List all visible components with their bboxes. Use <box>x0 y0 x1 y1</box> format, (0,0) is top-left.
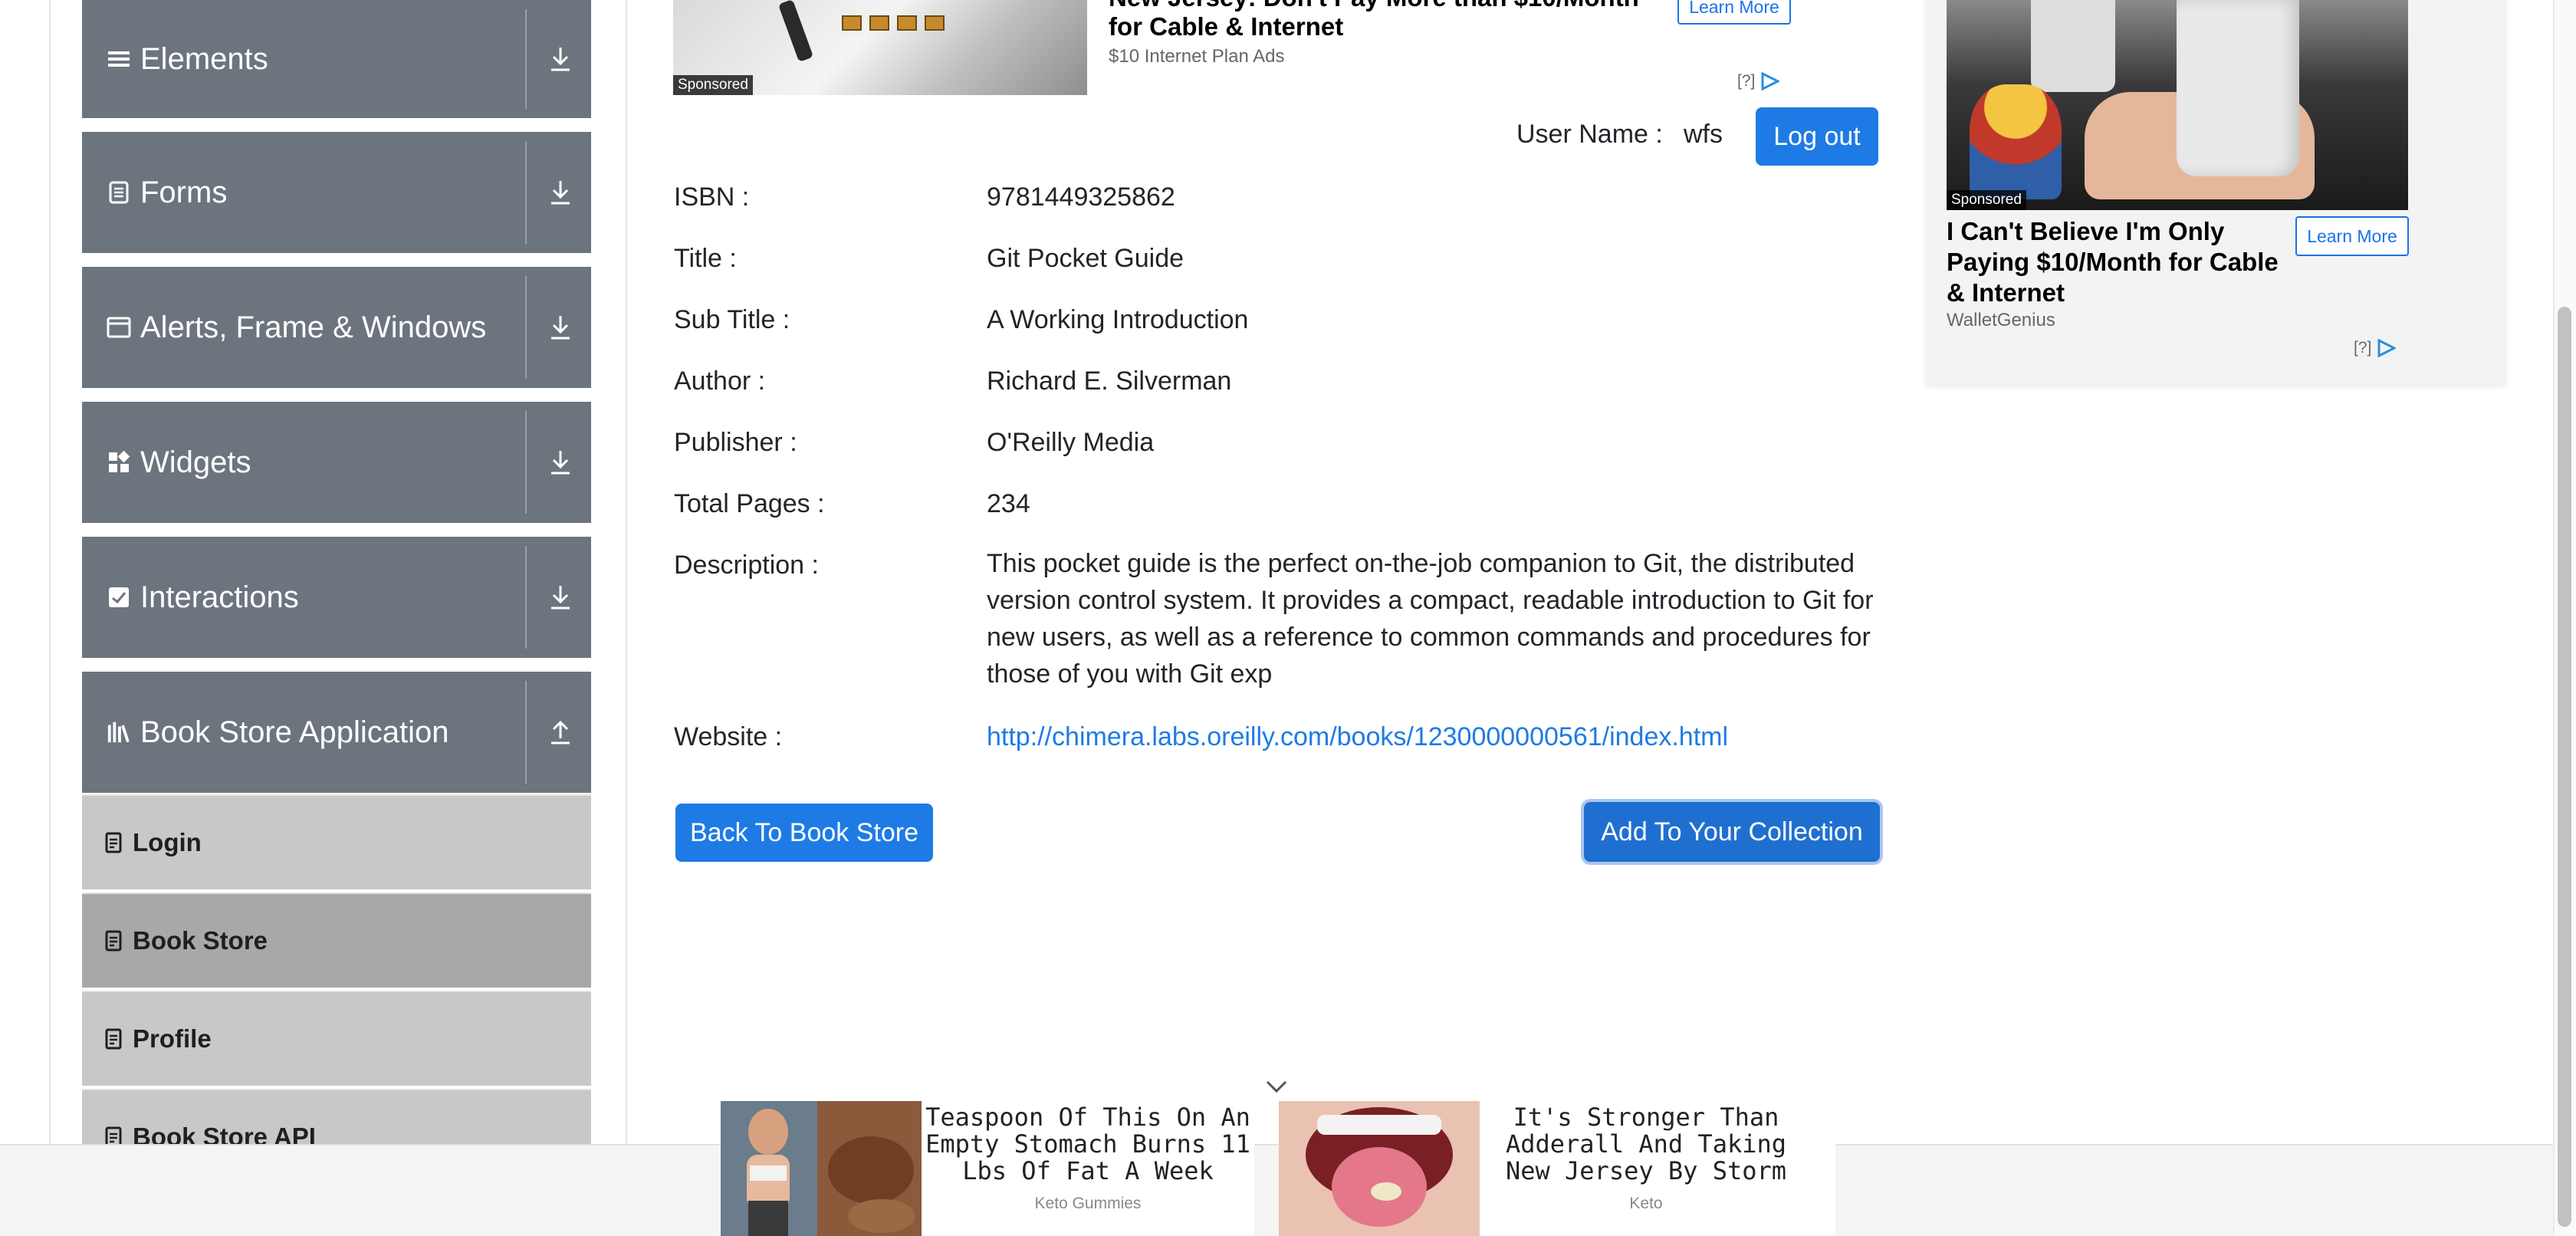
router-port-shape <box>925 15 945 31</box>
sidebar-group-label: Widgets <box>140 445 251 479</box>
router-port-shape <box>869 15 889 31</box>
website-label: Website : <box>674 722 783 751</box>
title-label: Title : <box>674 244 737 273</box>
ad-image-routers[interactable]: Sponsored <box>1947 0 2408 210</box>
ad-source: $10 Internet Plan Ads <box>1109 46 1285 67</box>
user-name-label: User Name : <box>1516 120 1663 149</box>
document-icon <box>104 929 123 952</box>
cable-shape <box>777 0 814 63</box>
sidebar-group-label: Book Store Application <box>140 715 449 749</box>
download-arrow-icon[interactable] <box>542 579 579 616</box>
adchoices-icon <box>1761 72 1780 90</box>
ad-headline[interactable]: I Can't Believe I'm Only Paying $10/Mont… <box>1947 216 2284 308</box>
logout-button[interactable]: Log out <box>1756 107 1878 166</box>
bottom-ad-1[interactable]: Teaspoon Of This On An Empty Stomach Bur… <box>721 1101 1254 1236</box>
author-value: Richard E. Silverman <box>987 367 1232 396</box>
router-port-shape <box>842 15 862 31</box>
form-icon <box>107 180 131 205</box>
scrollbar-thumb[interactable] <box>2558 307 2571 1227</box>
website-link[interactable]: http://chimera.labs.oreilly.com/books/12… <box>987 722 1728 752</box>
adchoices-label: [?] <box>1737 72 1756 90</box>
document-icon <box>104 1027 123 1050</box>
list-icon <box>107 47 131 71</box>
ad-headline[interactable]: It's Stronger Than Adderall And Taking N… <box>1480 1101 1812 1185</box>
books-icon <box>107 720 131 745</box>
sidebar-item-login[interactable]: Login <box>82 794 591 889</box>
download-arrow-icon[interactable] <box>542 444 579 481</box>
author-label: Author : <box>674 367 766 396</box>
adchoices-link[interactable]: [?] <box>1737 72 1780 90</box>
learn-more-button[interactable]: Learn More <box>1677 0 1791 25</box>
router-shape <box>2177 0 2299 176</box>
divider <box>525 141 527 244</box>
description-value: This pocket guide is the perfect on-the-… <box>987 549 1874 689</box>
sidebar-item-label: Book Store <box>133 926 268 955</box>
top-ad[interactable]: Sponsored New Jersey: Don't Pay More tha… <box>673 0 1792 95</box>
ad-image-router[interactable]: Sponsored <box>673 0 1087 95</box>
divider <box>525 681 527 784</box>
sidebar-group-book-store-application[interactable]: Book Store Application <box>82 672 591 793</box>
sidebar-group-interactions[interactable]: Interactions <box>82 537 591 658</box>
sponsored-tag: Sponsored <box>673 75 753 95</box>
document-icon <box>104 831 123 854</box>
ad-image-fitness[interactable] <box>721 1101 922 1236</box>
ad-source: WalletGenius <box>1947 310 2055 330</box>
adchoices-link[interactable]: [?] <box>2354 339 2397 357</box>
ad-headline[interactable]: New Jersey: Don't Pay More than $10/Mont… <box>1109 0 1661 41</box>
description-label: Description : <box>674 551 819 580</box>
adchoices-label: [?] <box>2354 339 2372 357</box>
add-to-collection-button[interactable]: Add To Your Collection <box>1584 802 1880 862</box>
sidebar-item-label: Login <box>133 828 202 856</box>
scrollbar[interactable] <box>2553 0 2576 1236</box>
total-pages-label: Total Pages : <box>674 489 825 518</box>
divider <box>525 411 527 514</box>
sponsored-tag: Sponsored <box>1947 190 2026 210</box>
interactions-icon <box>107 585 131 610</box>
chevron-down-icon[interactable] <box>1265 1075 1288 1098</box>
title-value: Git Pocket Guide <box>987 244 1184 273</box>
ad-headline[interactable]: Teaspoon Of This On An Empty Stomach Bur… <box>922 1101 1254 1185</box>
divider <box>525 546 527 649</box>
download-arrow-icon[interactable] <box>542 174 579 211</box>
ad-source: Keto Gummies <box>1034 1195 1142 1212</box>
isbn-label: ISBN : <box>674 182 750 212</box>
learn-more-button[interactable]: Learn More <box>2295 216 2409 256</box>
publisher-label: Publisher : <box>674 428 797 457</box>
divider <box>525 276 527 379</box>
adchoices-icon <box>2377 339 2397 357</box>
window-icon <box>107 315 131 340</box>
sidebar-group-label: Alerts, Frame & Windows <box>140 310 487 344</box>
isbn-value: 9781449325862 <box>987 182 1175 212</box>
subtitle-label: Sub Title : <box>674 305 790 334</box>
download-arrow-icon[interactable] <box>542 41 579 77</box>
figure-shape <box>1970 84 2062 199</box>
router-port-shape <box>897 15 917 31</box>
sidebar-group-label: Elements <box>140 41 268 76</box>
sidebar-group-alerts[interactable]: Alerts, Frame & Windows <box>82 267 591 388</box>
sidebar-group-elements[interactable]: Elements <box>82 0 591 118</box>
bottom-ad-bar <box>0 1144 2553 1236</box>
right-ad[interactable]: Sponsored I Can't Believe I'm Only Payin… <box>1926 0 2505 386</box>
bottom-ad-2[interactable]: It's Stronger Than Adderall And Taking N… <box>1279 1101 1835 1236</box>
sidebar-item-book-store[interactable]: Book Store <box>82 892 591 988</box>
sidebar-group-label: Interactions <box>140 580 299 614</box>
router-shape <box>2031 0 2115 92</box>
sidebar-item-profile[interactable]: Profile <box>82 991 591 1086</box>
user-name-value: wfs <box>1684 120 1723 149</box>
back-to-book-store-button[interactable]: Back To Book Store <box>675 804 933 862</box>
ad-image-pill[interactable] <box>1279 1101 1480 1236</box>
upload-arrow-icon[interactable] <box>542 714 579 751</box>
widgets-icon <box>107 450 131 475</box>
publisher-value: O'Reilly Media <box>987 428 1155 457</box>
sidebar-group-widgets[interactable]: Widgets <box>82 402 591 523</box>
ad-source: Keto <box>1629 1195 1663 1212</box>
total-pages-value: 234 <box>987 489 1030 518</box>
subtitle-value: A Working Introduction <box>987 305 1249 334</box>
sidebar-item-label: Profile <box>133 1024 212 1053</box>
sidebar-group-label: Forms <box>140 175 228 209</box>
download-arrow-icon[interactable] <box>542 309 579 346</box>
sidebar-group-forms[interactable]: Forms <box>82 132 591 253</box>
divider <box>525 9 527 109</box>
